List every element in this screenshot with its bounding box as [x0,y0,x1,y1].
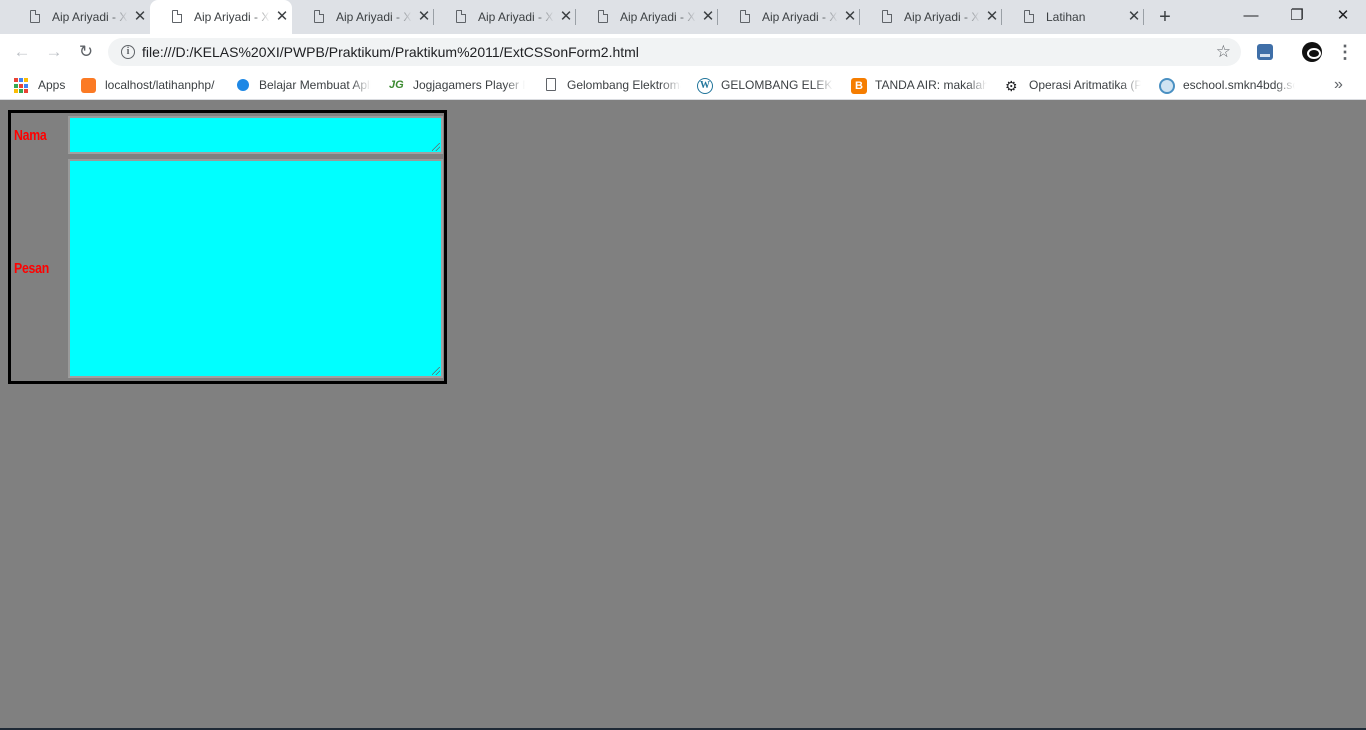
browser-tab[interactable]: Aip Ariyadi - XI ✕ [8,0,150,34]
jg-icon: JG [389,79,404,91]
minimize-button[interactable]: — [1240,6,1262,26]
bookmark-label: Jogjagamers Player Portal [413,78,525,92]
resize-grip-icon[interactable] [432,143,440,151]
bookmark-item[interactable]: Gelombang Elektromagnetik [545,76,683,94]
close-tab-icon[interactable]: ✕ [416,9,432,25]
page-icon [30,10,40,23]
bookmark-label: eschool.smkn4bdg.sch.id [1183,78,1295,92]
bookmark-label: Belajar Membuat Aplikasi [259,78,371,92]
address-bar[interactable]: i file:///D:/KELAS%20XI/PWPB/Praktikum/P… [108,38,1241,66]
tab-strip: Aip Ariyadi - XI ✕ Aip Ariyadi - XI ✕ Ai… [0,0,1366,34]
url-text[interactable]: file:///D:/KELAS%20XI/PWPB/Praktikum/Pra… [142,44,639,60]
close-tab-icon[interactable]: ✕ [842,9,858,25]
browser-tab[interactable]: Aip Ariyadi - XI ✕ [718,0,860,34]
tab-title: Aip Ariyadi - XI [904,10,980,24]
globe-icon [1159,78,1175,94]
page-viewport: Nama Pesan [0,101,1366,728]
reload-button[interactable]: ↻ [75,41,97,63]
page-icon [598,10,608,23]
extension-icon[interactable] [1257,44,1273,60]
bookmark-item[interactable]: ⚙ Operasi Aritmatika (PHP) [1005,76,1143,94]
browser-tab[interactable]: Aip Ariyadi - XI ✕ [576,0,718,34]
pesan-label: Pesan [14,260,50,277]
forward-button[interactable]: → [43,41,65,63]
close-tab-icon[interactable]: ✕ [132,9,148,25]
bookmark-label: Operasi Aritmatika (PHP) [1029,78,1141,92]
bookmark-label: Gelombang Elektromagnetik [567,78,681,92]
bookmark-label: GELOMBANG ELEKTROMAGNETIK [721,78,833,92]
blue-dot-icon [237,79,249,91]
close-tab-icon[interactable]: ✕ [984,9,1000,25]
page-icon [456,10,466,23]
tab-title: Aip Ariyadi - XI [478,10,554,24]
browser-tab[interactable]: Latihan ✕ [1002,0,1144,34]
info-icon[interactable]: i [121,45,135,59]
xampp-icon [81,78,96,93]
page-icon [882,10,892,23]
close-tab-icon[interactable]: ✕ [700,9,716,25]
browser-toolbar: ← → ↻ i file:///D:/KELAS%20XI/PWPB/Prakt… [0,34,1366,70]
tab-title: Aip Ariyadi - XI [52,10,128,24]
page-icon [740,10,750,23]
apps-grid-icon [14,78,30,94]
browser-tab[interactable]: Aip Ariyadi - XI ✕ [860,0,1002,34]
bookmark-item[interactable]: JG Jogjagamers Player Portal [389,76,527,94]
blogger-icon: B [851,78,867,94]
resize-grip-icon[interactable] [432,367,440,375]
form-container: Nama Pesan [8,110,447,384]
pesan-textarea[interactable] [68,159,443,378]
bookmark-item[interactable]: W GELOMBANG ELEKTROMAGNETIK [697,76,835,94]
menu-icon[interactable]: ⋮ [1336,41,1354,63]
close-tab-icon[interactable]: ✕ [558,9,574,25]
wordpress-icon: W [697,78,713,94]
browser-tab[interactable]: Aip Ariyadi - XI ✕ [292,0,434,34]
close-tab-icon[interactable]: ✕ [274,9,290,25]
back-button[interactable]: ← [11,41,33,63]
restore-button[interactable]: ❐ [1286,6,1308,26]
bookmark-label: Apps [38,78,66,92]
profile-icon[interactable] [1302,42,1322,62]
bookmark-item[interactable]: localhost/latihanphp/ [81,76,223,94]
tab-title: Aip Ariyadi - XI [620,10,696,24]
close-tab-icon[interactable]: ✕ [1126,9,1142,25]
page-icon [314,10,324,23]
browser-tab[interactable]: Aip Ariyadi - XI ✕ [434,0,576,34]
browser-tab-active[interactable]: Aip Ariyadi - XI ✕ [150,0,292,34]
tab-title: Aip Ariyadi - XI [762,10,838,24]
bookmarks-bar: Apps localhost/latihanphp/ Belajar Membu… [0,70,1366,100]
bookmark-item[interactable]: eschool.smkn4bdg.sch.id [1159,76,1297,94]
bookmark-item[interactable]: Belajar Membuat Aplikasi [236,76,372,94]
nama-textarea[interactable] [68,116,443,154]
bookmark-apps[interactable]: Apps [14,76,70,94]
gears-icon: ⚙ [1005,78,1018,94]
page-icon [546,78,556,91]
close-window-button[interactable]: ✕ [1332,6,1354,26]
tab-title: Aip Ariyadi - XI [336,10,412,24]
tab-title: Aip Ariyadi - XI [194,10,270,24]
tab-title: Latihan [1046,10,1086,24]
page-icon [172,10,182,23]
tab-separator [1143,9,1144,25]
more-bookmarks-button[interactable]: » [1334,75,1343,95]
page-icon [1024,10,1034,23]
nama-label: Nama [14,127,47,144]
bookmark-label: TANDA AIR: makalah [875,78,987,92]
new-tab-button[interactable]: + [1155,7,1175,27]
bookmark-label: localhost/latihanphp/ [105,78,215,92]
bookmark-item[interactable]: B TANDA AIR: makalah [851,76,989,94]
star-icon[interactable]: ☆ [1216,41,1231,63]
